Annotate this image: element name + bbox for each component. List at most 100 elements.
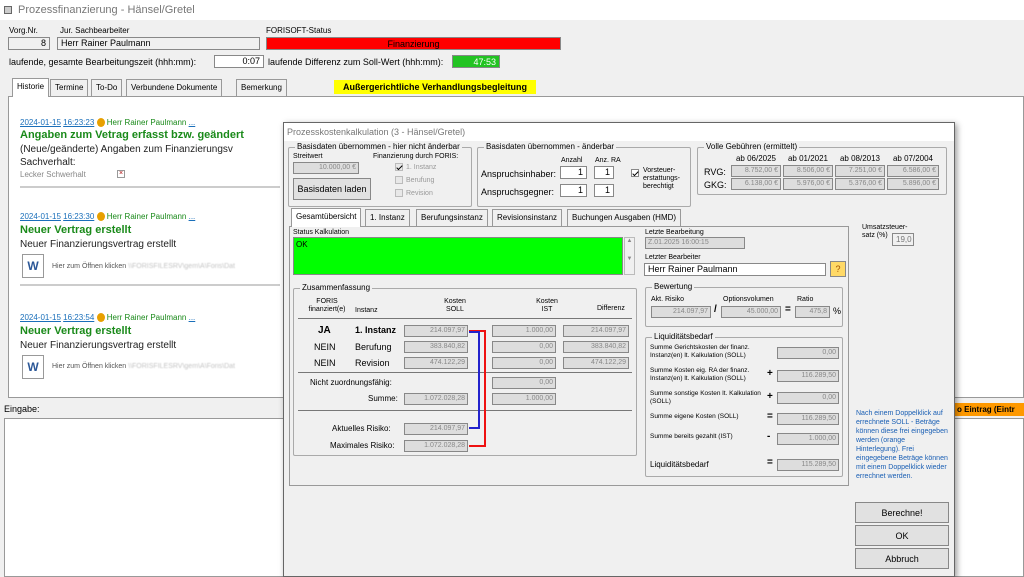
user-select-icon[interactable]: ? xyxy=(830,261,846,277)
app-icon xyxy=(4,6,12,14)
history-entry-time[interactable]: 16:23:23 xyxy=(63,118,94,127)
divider xyxy=(298,410,632,411)
dialog-tab-revisionsinstanz[interactable]: Revisionsinstanz xyxy=(492,209,563,226)
gegner-anzahl-input[interactable]: 1 xyxy=(560,184,587,197)
liquiditaet-row-label: Summe Gerichtskosten der finanz. Instanz… xyxy=(650,344,750,359)
row-soll[interactable]: 214.097,97 xyxy=(404,325,468,337)
row-ist: 0,00 xyxy=(492,341,556,353)
equals-sign: = xyxy=(785,304,791,315)
operator-sign: + xyxy=(767,368,773,379)
vorsteuer-label: Vorsteuer-erstattungs-berechtigt xyxy=(643,167,680,190)
liquiditaet-row-value: 0,00 xyxy=(777,392,839,404)
liquiditaet-row-value: 1.000,00 xyxy=(777,433,839,445)
gkg-label: GKG: xyxy=(704,180,727,190)
operator-sign: = xyxy=(767,411,773,422)
differenz-label: laufende Differenz zum Soll-Wert (hhh:mm… xyxy=(268,57,444,67)
letzte-bearbeitung-field: Z.01.2025 16:00:15 xyxy=(645,237,745,249)
open-document-link[interactable]: Hier zum Öffnen klicken \\FORISFILESRV\g… xyxy=(52,363,235,370)
liquiditaet-row-label: Summe Kosten eig. RA der finanz. Instanz… xyxy=(650,367,750,382)
anspruchsinhaber-label: Anspruchsinhaber: xyxy=(481,169,557,179)
vorsteuer-checkbox[interactable] xyxy=(631,168,642,177)
sachbearbeiter-field: Herr Rainer Paulmann xyxy=(57,37,260,50)
gebuehren-col-header: ab 06/2025 xyxy=(735,154,777,163)
word-document-icon[interactable]: W xyxy=(22,254,44,278)
row-instanz: 1. Instanz xyxy=(355,325,397,335)
aktuelles-risiko-value: 214.097,97 xyxy=(404,423,468,435)
status-scrollbar[interactable]: ▲ ▼ xyxy=(624,237,635,275)
ok-button[interactable]: OK xyxy=(855,525,949,546)
bearbeitungszeit-label: laufende, gesamte Bearbeitungszeit (hhh:… xyxy=(9,57,197,67)
summe-soll: 1.072.028,28 xyxy=(404,393,468,405)
inhaber-anzahl-input[interactable]: 1 xyxy=(560,166,587,179)
open-document-link[interactable]: Hier zum Öffnen klicken \\FORISFILESRV\g… xyxy=(52,263,235,270)
finanzierung-label: Finanzierung durch FORIS: xyxy=(373,153,459,160)
history-entry-line: Neuer Finanzierungsvertrag erstellt xyxy=(20,239,177,250)
word-document-icon[interactable]: W xyxy=(22,355,44,379)
berechne-button[interactable]: Berechne! xyxy=(855,502,949,523)
tab-todo[interactable]: To-Do xyxy=(91,79,123,96)
divider xyxy=(298,372,632,373)
history-entry-3-meta: 2024-01-15 16:23:54 Herr Rainer Paulmann… xyxy=(20,313,196,323)
tab-bemerkung[interactable]: Bemerkung xyxy=(236,79,287,96)
history-entry-link[interactable]: ... xyxy=(189,212,196,221)
differenz-field: 47:53 xyxy=(452,55,500,68)
anz-ra-label: Anz. RA xyxy=(595,157,621,164)
tab-verbundene-dokumente[interactable]: Verbundene Dokumente xyxy=(126,79,223,96)
row-diff: 474.122,29 xyxy=(563,357,629,369)
bearbeitungszeit-field: 0:07 xyxy=(214,55,264,68)
history-entry-time[interactable]: 16:23:30 xyxy=(63,212,94,221)
history-entry-line: Sachverhalt: xyxy=(20,157,76,168)
dialog-title: Prozesskostenkalkulation (3 - Hänsel/Gre… xyxy=(284,123,954,141)
zusammenfassung-legend: Zusammenfassung xyxy=(300,283,373,292)
status-kalkulation-box: OK xyxy=(293,237,623,275)
row-diff: 214.097,97 xyxy=(563,325,629,337)
basisdaten-editable-legend: Basisdaten übernommen - änderbar xyxy=(484,142,617,151)
history-entry-date[interactable]: 2024-01-15 xyxy=(20,313,61,322)
history-entry-user: Herr Rainer Paulmann xyxy=(106,212,187,221)
history-entry-line: Lecker Schwerhalt xyxy=(20,170,86,179)
letzter-bearbeiter-label: Letzter Bearbeiter xyxy=(645,254,701,261)
col-soll-header: Kosten SOLL xyxy=(444,298,466,313)
forisoft-status-bar: Finanzierung xyxy=(266,37,561,50)
umsatzsteuer-field: 19,0 xyxy=(892,233,914,246)
aktuelles-risiko-label: Aktuelles Risiko: xyxy=(332,424,391,433)
row-soll[interactable]: 383.840,82 xyxy=(404,341,468,353)
gebuehren-legend: Volle Gebühren (ermittelt) xyxy=(704,142,800,151)
operator-sign: + xyxy=(767,391,773,402)
liquiditaet-row-value: 116.289,50 xyxy=(777,370,839,382)
basisdaten-laden-button[interactable]: Basisdaten laden xyxy=(293,178,371,200)
liquiditaet-row-value: 0,00 xyxy=(777,347,839,359)
summe-label: Summe: xyxy=(368,394,398,403)
neuer-eintrag-button[interactable]: o Eintrag (Eintr xyxy=(955,403,1024,416)
row-instanz: Revision xyxy=(355,358,390,368)
history-entry-date[interactable]: 2024-01-15 xyxy=(20,212,61,221)
tab-termine[interactable]: Termine xyxy=(50,79,89,96)
row-ist: 0,00 xyxy=(492,357,556,369)
history-entry-time[interactable]: 16:23:54 xyxy=(63,313,94,322)
history-entry-date[interactable]: 2024-01-15 xyxy=(20,118,61,127)
history-entry-link[interactable]: ... xyxy=(189,118,196,127)
liquiditaet-row-label: Summe sonstige Kosten lt. Kalkulation (S… xyxy=(650,390,761,405)
history-entry-link[interactable]: ... xyxy=(189,313,196,322)
anspruchsgegner-label: Anspruchsgegner: xyxy=(481,187,555,197)
rvg-value: 7.251,00 € xyxy=(835,165,885,177)
abbruch-button[interactable]: Abbruch xyxy=(855,548,949,569)
divider xyxy=(298,318,632,319)
summe-ist: 1.000,00 xyxy=(492,393,556,405)
divider xyxy=(20,186,280,188)
col-ist-header: Kosten IST xyxy=(536,298,558,313)
optionsvolumen-value: 45.000,00 xyxy=(721,306,781,318)
checkbox-icon xyxy=(395,189,403,197)
gkg-value: 5.976,00 € xyxy=(783,178,833,190)
expand-icon[interactable]: × xyxy=(117,170,125,178)
tab-historie[interactable]: Historie xyxy=(12,78,50,97)
gegner-ra-spinner[interactable]: 1 xyxy=(594,184,614,197)
dialog-tab-buchungen[interactable]: Buchungen Ausgaben (HMD) xyxy=(567,209,682,226)
dialog-tab-berufungsinstanz[interactable]: Berufungsinstanz xyxy=(416,209,488,226)
checkbox-icon xyxy=(395,176,403,184)
dialog-tab-gesamtuebersicht[interactable]: Gesamtübersicht xyxy=(291,208,362,227)
blue-bracket-connector xyxy=(469,331,480,429)
row-soll[interactable]: 474.122,29 xyxy=(404,357,468,369)
inhaber-ra-spinner[interactable]: 1 xyxy=(594,166,614,179)
dialog-tab-1-instanz[interactable]: 1. Instanz xyxy=(365,209,410,226)
